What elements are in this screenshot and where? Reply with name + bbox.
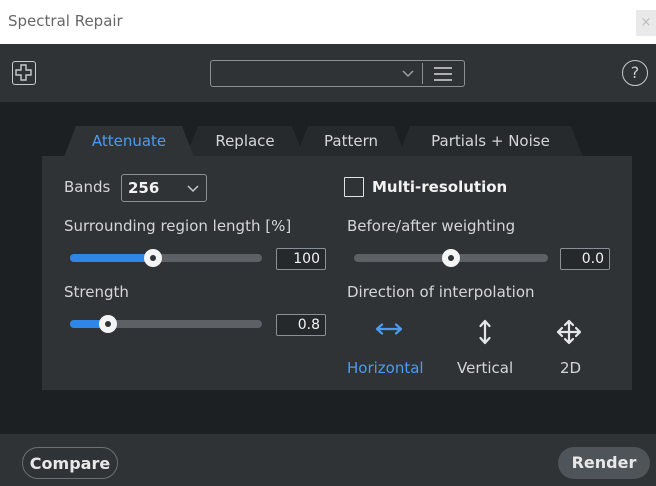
slider-thumb[interactable] (99, 315, 117, 333)
slider-fill (70, 254, 153, 262)
render-button[interactable]: Render (558, 447, 650, 479)
plus-square-icon (15, 64, 32, 81)
toolbar: ? (0, 44, 656, 102)
title-bar: Spectral Repair × (0, 0, 656, 44)
weighting-label: Before/after weighting (347, 217, 516, 235)
surrounding-region-slider[interactable] (70, 249, 262, 267)
strength-label: Strength (64, 283, 129, 301)
chevron-down-icon (402, 70, 414, 78)
strength-value[interactable]: 0.8 (276, 314, 326, 336)
preset-divider (422, 63, 423, 84)
slider-thumb[interactable] (144, 249, 162, 267)
hamburger-menu-icon[interactable] (433, 66, 453, 82)
close-button[interactable]: × (636, 10, 656, 36)
bands-value: 256 (128, 179, 160, 197)
slider-thumb[interactable] (442, 249, 460, 267)
chevron-down-icon (187, 185, 199, 193)
strength-slider[interactable] (70, 315, 262, 333)
main-area: Attenuate Replace Pattern Partials + Noi… (0, 102, 656, 434)
surrounding-region-value[interactable]: 100 (276, 248, 326, 270)
attenuate-panel: Bands 256 Multi-resolution Surrounding r… (42, 156, 632, 390)
slider-fill (354, 254, 451, 262)
add-preset-button[interactable] (12, 61, 36, 85)
direction-label: Direction of interpolation (347, 283, 535, 301)
multi-resolution-checkbox[interactable] (344, 177, 364, 197)
direction-2d-label: 2D (560, 359, 582, 377)
four-way-arrows-icon (556, 319, 582, 345)
tab-replace[interactable]: Replace (186, 126, 304, 157)
weighting-value[interactable]: 0.0 (560, 248, 610, 270)
tab-partials-noise[interactable]: Partials + Noise (398, 126, 583, 157)
preset-dropdown[interactable] (210, 60, 465, 87)
vertical-arrows-icon (479, 319, 491, 345)
window-title: Spectral Repair (8, 12, 123, 30)
weighting-slider[interactable] (354, 249, 548, 267)
footer: Compare Render (0, 434, 656, 486)
bands-select[interactable]: 256 (121, 174, 207, 202)
tab-pattern[interactable]: Pattern (296, 126, 406, 157)
help-icon[interactable]: ? (622, 60, 648, 86)
module-tabs: Attenuate Replace Pattern Partials + Noi… (56, 126, 596, 156)
multi-resolution-label: Multi-resolution (372, 178, 508, 196)
horizontal-arrows-icon (375, 323, 403, 335)
compare-button[interactable]: Compare (22, 447, 118, 479)
bands-label: Bands (64, 178, 111, 196)
surrounding-region-label: Surrounding region length [%] (64, 217, 292, 235)
direction-vertical-label: Vertical (457, 359, 514, 377)
tab-attenuate[interactable]: Attenuate (64, 126, 194, 157)
direction-horizontal-label: Horizontal (347, 359, 424, 377)
